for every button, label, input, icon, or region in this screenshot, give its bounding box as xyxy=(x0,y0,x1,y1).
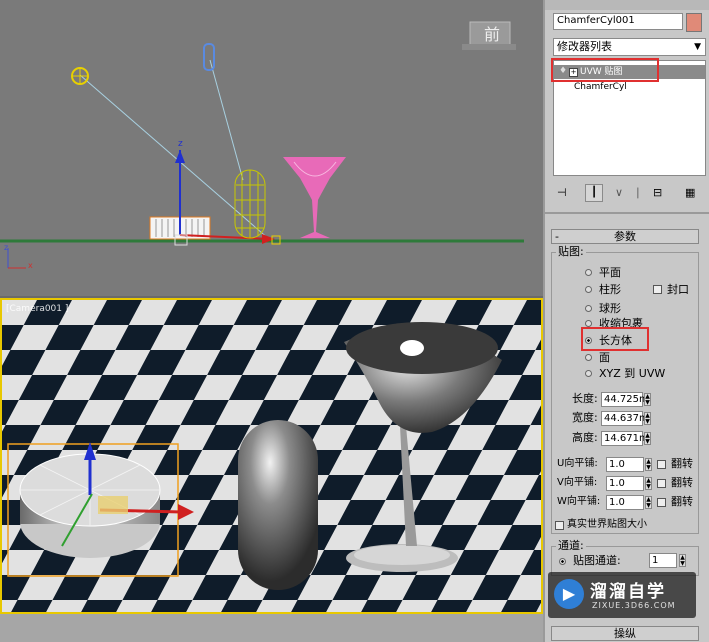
rollout-params-header[interactable]: - 参数 xyxy=(551,229,699,244)
u-tile-label: U向平铺: xyxy=(557,458,598,469)
map-channel-label: 贴图通道: xyxy=(573,554,621,567)
w-flip-label: 翻转 xyxy=(671,495,693,508)
mapping-group-label: 贴图: xyxy=(556,245,586,259)
radio-icon[interactable] xyxy=(585,354,592,361)
capsule-object[interactable] xyxy=(238,420,318,590)
axis-tripod xyxy=(7,248,26,269)
real-world-label: 真实世界贴图大小 xyxy=(567,519,647,530)
option-label: 平面 xyxy=(599,266,621,279)
viewport-label[interactable]: [Camera001 ] xyxy=(6,304,68,314)
channel-group-label: 通道: xyxy=(556,539,586,553)
gizmo-z-label: z xyxy=(178,139,183,149)
spinner-icon[interactable]: ▲ ▼ xyxy=(645,458,652,471)
show-end-result-icon[interactable]: ┃ xyxy=(585,184,603,202)
pin-stack-icon[interactable]: ⊣ xyxy=(557,186,571,200)
stack-item-chamfercyl[interactable]: ChamferCyl xyxy=(554,80,705,94)
height-label: 高度: xyxy=(572,431,598,444)
play-logo-icon: ▶ xyxy=(554,579,584,609)
width-input[interactable]: 44.637m xyxy=(601,411,649,426)
cap-label: 封口 xyxy=(667,283,689,296)
highlight-box-box xyxy=(581,327,649,351)
v-tile-input[interactable]: 1.0 xyxy=(606,476,644,491)
make-unique-icon[interactable]: ∨ xyxy=(615,186,629,200)
v-flip-checkbox[interactable] xyxy=(657,479,666,488)
command-panel: ChamferCyl001 修改器列表 ▼ UVW 贴图 ♦ + Chamfer… xyxy=(543,0,709,642)
u-flip-checkbox[interactable] xyxy=(657,460,666,469)
configure-sets-icon[interactable]: ▦ xyxy=(685,186,699,200)
radio-icon[interactable] xyxy=(585,269,592,276)
u-flip-label: 翻转 xyxy=(671,457,693,470)
height-input[interactable]: 14.671m xyxy=(601,431,649,446)
spinner-icon[interactable]: ▲ ▼ xyxy=(645,477,652,490)
option-label: XYZ 到 UVW xyxy=(599,367,666,380)
map-channel-input[interactable]: 1 xyxy=(649,553,677,568)
width-label: 宽度: xyxy=(572,411,598,424)
v-flip-label: 翻转 xyxy=(671,476,693,489)
modifier-list-dropdown[interactable]: 修改器列表 ▼ xyxy=(553,38,706,56)
radio-icon[interactable] xyxy=(585,286,592,293)
spinner-icon[interactable]: ▲ ▼ xyxy=(644,393,651,406)
divider xyxy=(545,212,709,214)
front-viewport-canvas: z xyxy=(0,21,524,269)
object-name-field[interactable]: ChamferCyl001 xyxy=(553,13,683,30)
radio-icon[interactable] xyxy=(585,370,592,377)
spinner-icon[interactable]: ▲ ▼ xyxy=(679,554,686,567)
spinner-icon[interactable]: ▲ ▼ xyxy=(644,432,651,445)
rollout-title: 参数 xyxy=(614,230,636,243)
axis-x-label: x xyxy=(28,261,33,270)
watermark-brand: 溜溜自学 xyxy=(590,582,666,602)
chamfercyl-front[interactable] xyxy=(149,150,275,246)
collapse-icon: - xyxy=(555,230,559,243)
w-flip-checkbox[interactable] xyxy=(657,498,666,507)
real-world-checkbox[interactable] xyxy=(555,521,564,530)
length-input[interactable]: 44.725m xyxy=(601,392,649,407)
modifier-list-label: 修改器列表 xyxy=(557,40,612,53)
object-color-swatch[interactable] xyxy=(686,13,702,32)
rollout-manip-header[interactable]: 操纵 xyxy=(551,626,699,641)
panel-tabs[interactable] xyxy=(545,0,709,10)
front-viewport[interactable]: z 前 z x xyxy=(0,0,543,296)
highlight-box-uvw xyxy=(551,58,659,82)
axis-z-label: z xyxy=(4,243,9,252)
wineglass-front[interactable] xyxy=(283,157,346,238)
viewport-bottom-strip xyxy=(0,614,543,642)
spinner-icon[interactable]: ▲ ▼ xyxy=(645,496,652,509)
v-tile-label: V向平铺: xyxy=(557,477,598,488)
camera-viewport-canvas xyxy=(2,300,541,612)
rollout-manip-title: 操纵 xyxy=(614,627,636,640)
map-channel-radio[interactable] xyxy=(559,558,566,565)
spinner-icon[interactable]: ▲ ▼ xyxy=(644,412,651,425)
option-label: 柱形 xyxy=(599,283,621,296)
radio-icon[interactable] xyxy=(585,305,592,312)
checkbox-icon[interactable] xyxy=(653,285,662,294)
length-label: 长度: xyxy=(572,392,598,405)
chevron-down-icon: ▼ xyxy=(694,42,701,52)
u-tile-input[interactable]: 1.0 xyxy=(606,457,644,472)
radio-icon[interactable] xyxy=(585,320,592,327)
stack-item-label: ChamferCyl xyxy=(574,82,627,92)
w-tile-input[interactable]: 1.0 xyxy=(606,495,644,510)
light-icon[interactable] xyxy=(71,67,89,85)
remove-modifier-icon[interactable]: ∣ xyxy=(635,186,649,200)
light-target-icon[interactable] xyxy=(203,43,215,71)
option-label: 面 xyxy=(599,351,610,364)
trash-icon[interactable]: ⊟ xyxy=(653,186,667,200)
watermark-url: ZIXUE.3D66.COM xyxy=(592,601,676,610)
stack-toolbar: ⊣ ┃ ∨ ∣ ⊟ ▦ xyxy=(557,184,699,202)
viewcube-label[interactable]: 前 xyxy=(478,24,506,46)
camera-viewport[interactable]: [Camera001 ] xyxy=(0,298,543,614)
watermark: ▶ 溜溜自学 ZIXUE.3D66.COM xyxy=(548,572,696,618)
option-label: 球形 xyxy=(599,302,621,315)
w-tile-label: W向平铺: xyxy=(557,496,601,507)
capsule-front[interactable] xyxy=(234,169,266,239)
